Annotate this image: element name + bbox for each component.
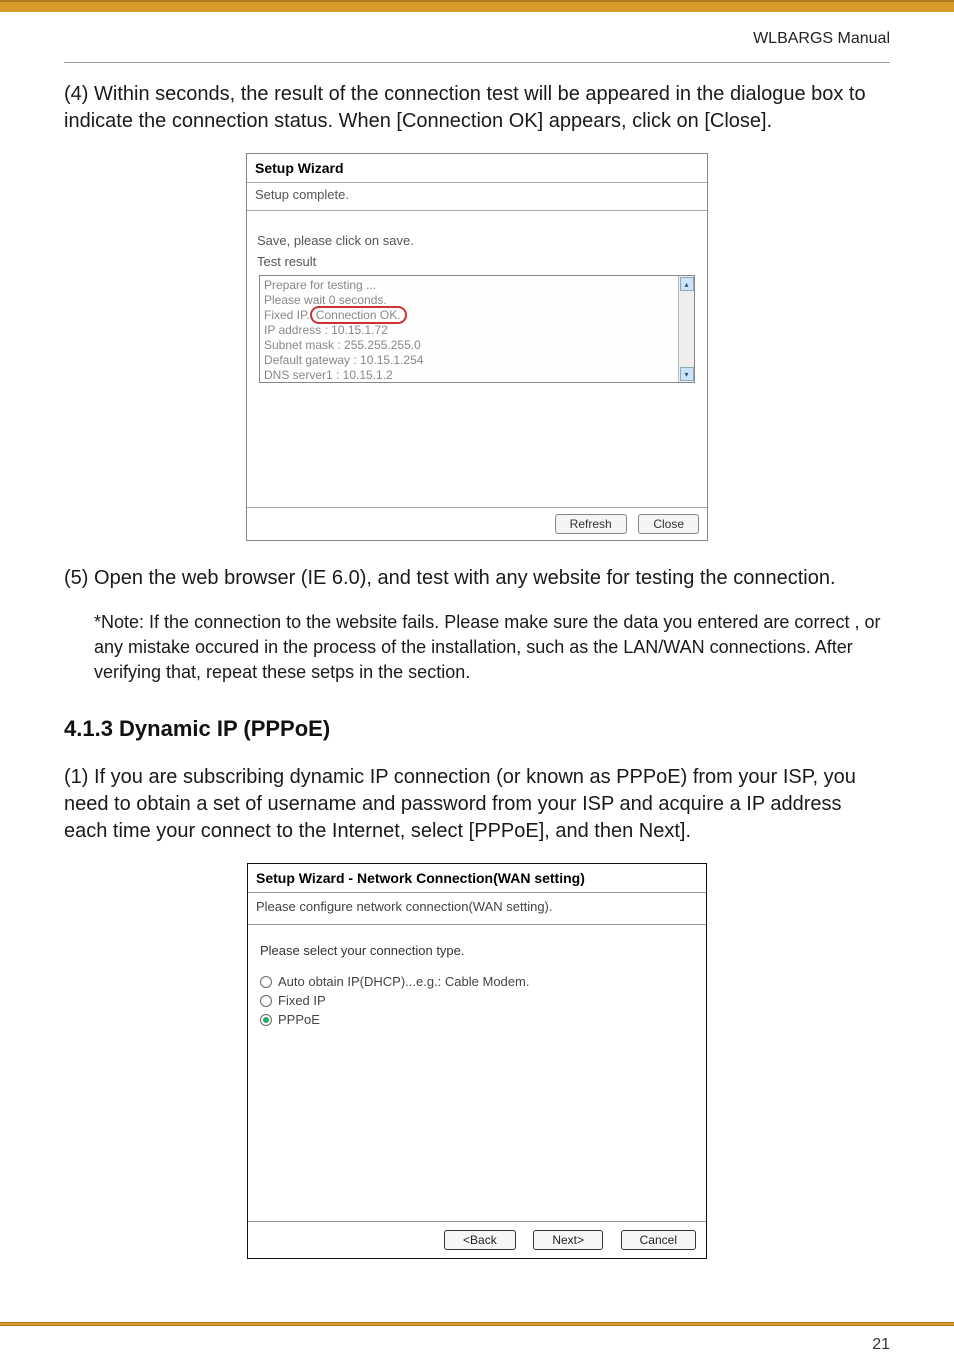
scroll-down-icon[interactable]: ▾ (680, 367, 694, 381)
top-accent-bar (0, 0, 954, 12)
test-result-lines: Prepare for testing ... Please wait 0 se… (264, 278, 674, 383)
note-text: If the connection to the website fails. … (94, 612, 880, 682)
step-1b-num: (1) (64, 766, 88, 788)
radio-fixed-ip[interactable] (260, 995, 272, 1007)
close-button[interactable]: Close (638, 514, 699, 534)
option-pppoe-label: PPPoE (278, 1012, 320, 1027)
radio-dhcp[interactable] (260, 976, 272, 988)
step-1b-text: If you are subscribing dynamic IP connec… (64, 766, 856, 842)
step-5-text: Open the web browser (IE 6.0), and test … (94, 567, 836, 589)
step-4-num: (4) (64, 83, 88, 105)
radio-pppoe[interactable] (260, 1014, 272, 1026)
connection-type-prompt: Please select your connection type. (260, 943, 696, 958)
step-4: (4) Within seconds, the result of the co… (64, 81, 890, 135)
step-5: (5) Open the web browser (IE 6.0), and t… (64, 565, 890, 592)
test-result-textarea[interactable]: Prepare for testing ... Please wait 0 se… (259, 275, 695, 383)
dialog1-subtitle: Setup complete. (247, 183, 707, 211)
ta-line-1: Prepare for testing ... (264, 278, 674, 293)
ta-line-6: Default gateway : 10.15.1.254 (264, 353, 674, 368)
page-number: 21 (872, 1336, 890, 1354)
test-result-label: Test result (257, 254, 697, 269)
option-dhcp[interactable]: Auto obtain IP(DHCP)...e.g.: Cable Modem… (260, 974, 696, 989)
dialog2-title: Setup Wizard - Network Connection(WAN se… (248, 864, 706, 893)
dialog1-title: Setup Wizard (247, 154, 707, 183)
option-fixed-ip-label: Fixed IP (278, 993, 326, 1008)
back-button[interactable]: <Back (444, 1230, 516, 1250)
section-heading: 4.1.3 Dynamic IP (PPPoE) (64, 716, 890, 742)
ta-line-4: IP address : 10.15.1.72 (264, 323, 674, 338)
step-4-text: Within seconds, the result of the connec… (64, 83, 866, 132)
ta-line-5: Subnet mask : 255.255.255.0 (264, 338, 674, 353)
setup-wizard-complete-dialog: Setup Wizard Setup complete. Save, pleas… (246, 153, 708, 541)
scroll-up-icon[interactable]: ▴ (680, 277, 694, 291)
ta-line-3: Fixed IP.Connection OK. (264, 308, 674, 323)
option-dhcp-label: Auto obtain IP(DHCP)...e.g.: Cable Modem… (278, 974, 529, 989)
bottom-accent-bar (0, 1322, 954, 1326)
textarea-scrollbar[interactable]: ▴ ▾ (678, 276, 694, 382)
cancel-button[interactable]: Cancel (621, 1230, 696, 1250)
option-fixed-ip[interactable]: Fixed IP (260, 993, 696, 1008)
manual-title: WLBARGS Manual (64, 30, 890, 48)
note-label: *Note: (94, 612, 144, 632)
wan-setting-dialog: Setup Wizard - Network Connection(WAN se… (247, 863, 707, 1259)
next-button[interactable]: Next> (533, 1230, 603, 1250)
step-5-num: (5) (64, 567, 88, 589)
step-1b: (1) If you are subscribing dynamic IP co… (64, 764, 890, 845)
refresh-button[interactable]: Refresh (555, 514, 627, 534)
note-block: *Note: If the connection to the website … (64, 610, 890, 684)
ta-line-7: DNS server1 : 10.15.1.2 (264, 368, 674, 383)
dialog2-subtitle: Please configure network connection(WAN … (248, 893, 706, 925)
header-separator (64, 62, 890, 63)
connection-ok-highlight: Connection OK. (310, 306, 407, 324)
option-pppoe[interactable]: PPPoE (260, 1012, 696, 1027)
save-instruction: Save, please click on save. (257, 233, 697, 248)
